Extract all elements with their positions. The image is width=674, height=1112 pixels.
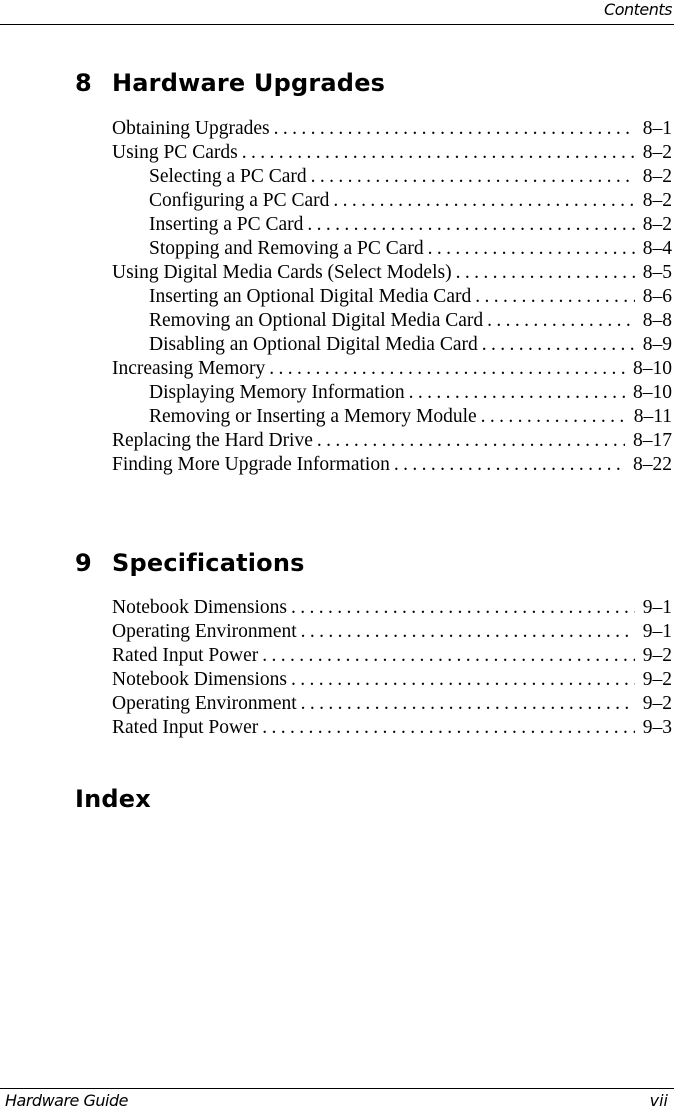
toc-entry-page-number: 8–9	[642, 334, 672, 355]
chapter-heading-8[interactable]: 8 Hardware Upgrades	[75, 68, 385, 98]
dot-leader	[409, 381, 625, 405]
toc-entry[interactable]: Rated Input Power 9–3	[112, 716, 672, 740]
toc-entry-title: Replacing the Hard Drive	[112, 429, 317, 453]
toc-subentry[interactable]: Inserting an Optional Digital Media Card…	[112, 285, 672, 309]
toc-entry-page-number: 8–22	[633, 454, 672, 475]
toc-entry-title: Inserting an Optional Digital Media Card	[149, 285, 476, 309]
footer-page-number: vii	[649, 1091, 668, 1110]
toc-entry-title: Selecting a PC Card	[149, 165, 311, 189]
dot-leader	[269, 357, 625, 381]
toc-list-chapter-8: Obtaining Upgrades8–1Using PC Cards8–2Se…	[112, 117, 672, 477]
toc-entry[interactable]: Using PC Cards 8–2	[112, 141, 672, 165]
toc-entry-page-number: 8–2	[642, 214, 672, 235]
footer-rule	[0, 1088, 674, 1089]
toc-entry-page-number: 8–8	[642, 310, 672, 331]
toc-entry-page-number: 9–2	[642, 693, 672, 714]
toc-entry-title: Disabling an Optional Digital Media Card	[149, 333, 482, 357]
toc-entry[interactable]: Finding More Upgrade Information 8–22	[112, 453, 672, 477]
toc-entry-title: Notebook Dimensions	[112, 668, 291, 692]
toc-entry[interactable]: Notebook Dimensions 9–1	[112, 596, 672, 620]
toc-entry-title: Inserting a PC Card	[149, 213, 308, 237]
chapter-number: 8	[75, 69, 92, 97]
toc-entry-title: Finding More Upgrade Information	[112, 453, 394, 477]
chapter-title: Specifications	[112, 549, 305, 577]
toc-entry-page-number: 9–1	[642, 621, 672, 642]
dot-leader	[274, 117, 635, 141]
dot-leader	[482, 333, 635, 357]
toc-entry-page-number: 9–2	[642, 645, 672, 666]
toc-entry-page-number: 8–1	[642, 118, 672, 139]
dot-leader	[394, 453, 625, 477]
toc-entry-title: Notebook Dimensions	[112, 596, 291, 620]
toc-entry[interactable]: Operating Environment 9–2	[112, 692, 672, 716]
header-rule	[0, 24, 674, 25]
toc-entry-page-number: 8–2	[642, 190, 672, 211]
toc-subentry[interactable]: Inserting a PC Card 8–2	[112, 213, 672, 237]
dot-leader	[291, 596, 635, 620]
toc-subentry[interactable]: Stopping and Removing a PC Card 8–4	[112, 237, 672, 261]
dot-leader	[333, 189, 634, 213]
dot-leader	[475, 285, 635, 309]
toc-subentry[interactable]: Removing an Optional Digital Media Card 8…	[112, 309, 672, 333]
toc-entry-title: Obtaining Upgrades	[112, 117, 274, 141]
toc-subentry[interactable]: Disabling an Optional Digital Media Card…	[112, 333, 672, 357]
dot-leader	[428, 237, 635, 261]
toc-entry-page-number: 9–2	[642, 669, 672, 690]
toc-entry-page-number: 8–2	[642, 142, 672, 163]
toc-entry[interactable]: Increasing Memory 8–10	[112, 357, 672, 381]
toc-entry[interactable]: Using Digital Media Cards (Select Models…	[112, 261, 672, 285]
toc-entry-page-number: 8–2	[642, 166, 672, 187]
toc-entry-title: Configuring a PC Card	[149, 189, 334, 213]
dot-leader	[301, 692, 635, 716]
toc-entry[interactable]: Replacing the Hard Drive 8–17	[112, 429, 672, 453]
toc-subentry[interactable]: Configuring a PC Card 8–2	[112, 189, 672, 213]
dot-leader	[487, 309, 635, 333]
index-title: Index	[75, 785, 151, 813]
dot-leader	[456, 261, 635, 285]
toc-entry-page-number: 8–4	[642, 238, 672, 259]
toc-entry[interactable]: Obtaining Upgrades 8–1	[112, 117, 672, 141]
toc-entry-title: Rated Input Power	[112, 644, 263, 668]
toc-subentry[interactable]: Displaying Memory Information 8–10	[112, 381, 672, 405]
toc-entry-title: Removing or Inserting a Memory Module	[149, 405, 481, 429]
dot-leader	[307, 213, 634, 237]
toc-entry-page-number: 8–11	[633, 406, 672, 427]
toc-entry-title: Displaying Memory Information	[149, 381, 409, 405]
toc-entry-title: Stopping and Removing a PC Card	[149, 237, 428, 261]
toc-entry-page-number: 8–5	[642, 262, 672, 283]
toc-entry-page-number: 8–10	[633, 382, 672, 403]
dot-leader	[242, 141, 635, 165]
chapter-heading-9[interactable]: 9 Specifications	[75, 548, 305, 578]
toc-entry-title: Increasing Memory	[112, 357, 270, 381]
dot-leader	[262, 716, 635, 740]
toc-entry-page-number: 9–1	[642, 597, 672, 618]
index-heading[interactable]: Index	[75, 784, 151, 814]
toc-entry-title: Rated Input Power	[112, 716, 263, 740]
chapter-number: 9	[75, 549, 92, 577]
footer-book-title: Hardware Guide	[5, 1091, 128, 1110]
toc-entry-title: Using Digital Media Cards (Select Models…	[112, 261, 456, 285]
dot-leader	[291, 668, 635, 692]
dot-leader	[317, 429, 625, 453]
toc-entry[interactable]: Notebook Dimensions 9–2	[112, 668, 672, 692]
toc-list-chapter-9: Notebook Dimensions9–1Operating Environm…	[112, 596, 672, 740]
toc-entry-page-number: 8–6	[642, 286, 672, 307]
toc-subentry[interactable]: Selecting a PC Card 8–2	[112, 165, 672, 189]
toc-entry-title: Removing an Optional Digital Media Card	[149, 309, 488, 333]
toc-entry-page-number: 9–3	[642, 717, 672, 738]
toc-entry[interactable]: Operating Environment 9–1	[112, 620, 672, 644]
running-head-title: Contents	[604, 0, 672, 19]
dot-leader	[262, 644, 635, 668]
toc-entry[interactable]: Rated Input Power 9–2	[112, 644, 672, 668]
toc-subentry[interactable]: Removing or Inserting a Memory Module 8–1…	[112, 405, 672, 429]
chapter-title: Hardware Upgrades	[112, 69, 386, 97]
dot-leader	[481, 405, 626, 429]
dot-leader	[311, 165, 635, 189]
toc-entry-title: Operating Environment	[112, 692, 301, 716]
toc-entry-page-number: 8–10	[633, 358, 672, 379]
dot-leader	[301, 620, 635, 644]
toc-entry-page-number: 8–17	[633, 430, 672, 451]
toc-entry-title: Operating Environment	[112, 620, 301, 644]
toc-entry-title: Using PC Cards	[112, 141, 242, 165]
